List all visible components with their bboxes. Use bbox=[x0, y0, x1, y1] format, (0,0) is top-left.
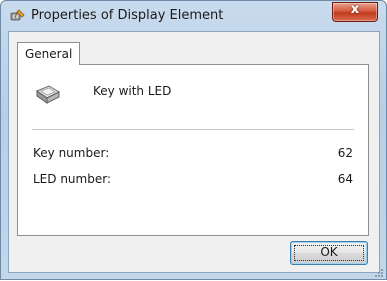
general-panel: Key with LED Key number: 62 LED number: … bbox=[17, 64, 369, 236]
tab-general[interactable]: General bbox=[17, 42, 81, 65]
window-title: Properties of Display Element bbox=[31, 8, 224, 23]
key-number-label: Key number: bbox=[33, 146, 110, 160]
led-number-label: LED number: bbox=[33, 172, 111, 186]
key-icon bbox=[33, 83, 61, 105]
key-number-value: 62 bbox=[337, 146, 353, 160]
led-number-value: 64 bbox=[337, 172, 353, 186]
close-button[interactable]: x bbox=[332, 2, 378, 22]
app-icon bbox=[9, 7, 27, 25]
title-bar[interactable]: Properties of Display Element x bbox=[1, 1, 386, 31]
close-icon: x bbox=[350, 2, 360, 17]
resize-grip-icon[interactable] bbox=[374, 267, 384, 277]
ok-button[interactable]: OK bbox=[290, 241, 368, 265]
dialog-client-area: General Key with LED Key number: 62 LED … bbox=[8, 31, 380, 273]
element-name: Key with LED bbox=[93, 84, 172, 98]
properties-dialog: Properties of Display Element x General … bbox=[0, 0, 387, 280]
tab-label: General bbox=[25, 47, 73, 61]
ok-button-label: OK bbox=[320, 245, 338, 259]
separator bbox=[32, 129, 354, 130]
